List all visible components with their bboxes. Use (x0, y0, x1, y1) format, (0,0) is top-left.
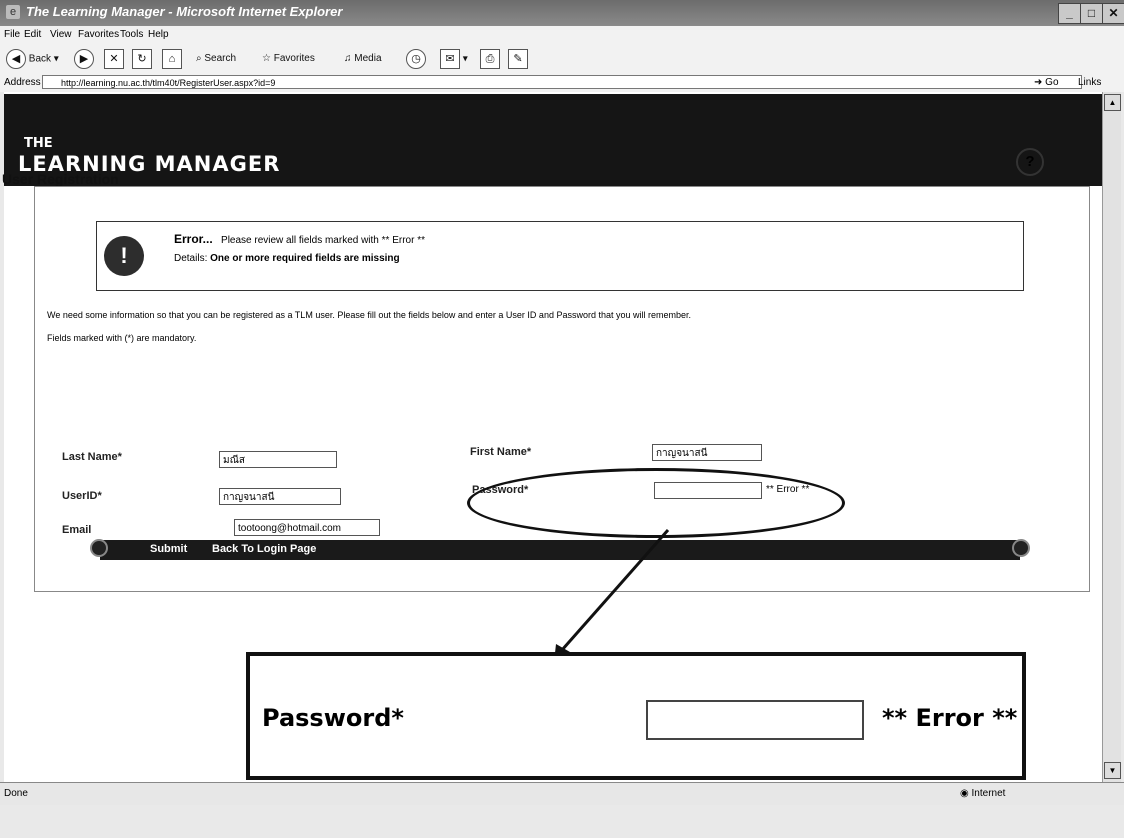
scroll-up-icon[interactable]: ▲ (1104, 94, 1121, 111)
go-button[interactable]: ➜ Go (1034, 77, 1059, 88)
print-button[interactable]: ⎙ (480, 49, 500, 69)
email-input[interactable]: tootoong@hotmail.com (234, 519, 380, 536)
mandatory-note: Fields marked with (*) are mandatory. (47, 333, 197, 343)
error-details: Details: One or more required fields are… (174, 253, 400, 264)
forward-button[interactable]: ▶ (74, 49, 94, 69)
title-bar: e The Learning Manager - Microsoft Inter… (0, 0, 1124, 26)
info-text: We need some information so that you can… (47, 310, 692, 320)
userid-value: กาญจนาสนี (223, 492, 275, 503)
zone-label: Internet (971, 788, 1006, 799)
address-label: Address (4, 77, 41, 88)
zoom-password-input (646, 700, 864, 740)
mail-icon: ✉ (440, 49, 460, 69)
warning-icon: ! (104, 236, 144, 276)
refresh-button[interactable]: ↻ (132, 49, 152, 69)
bar-left-cap (90, 539, 108, 557)
media-button[interactable]: ♫ Media (344, 49, 382, 69)
submit-button[interactable]: Submit (150, 543, 187, 555)
search-label: Search (204, 53, 237, 64)
mail-button[interactable]: ✉ ▾ (440, 49, 468, 69)
history-button[interactable]: ◷ (406, 49, 426, 69)
error-message: Please review all fields marked with ** … (221, 235, 425, 246)
site-banner: THE LEARNING MANAGER (4, 94, 1102, 186)
zoom-password-label: Password* (262, 704, 404, 732)
home-button[interactable]: ⌂ (162, 49, 182, 69)
internet-zone: ◉ Internet (960, 788, 1005, 799)
address-url: http://learning.nu.ac.th/tlm40t/Register… (61, 78, 276, 88)
first-name-label: First Name* (470, 446, 532, 458)
menu-view[interactable]: View (50, 29, 72, 40)
status-text: Done (4, 788, 28, 799)
menu-help[interactable]: Help (148, 29, 169, 40)
userid-input[interactable]: กาญจนาสนี (219, 488, 341, 505)
media-label: Media (354, 53, 382, 64)
menu-favorites[interactable]: Favorites (78, 29, 119, 40)
favorites-label: Favorites (273, 53, 315, 64)
logo-the: THE (24, 136, 53, 151)
last-name-input[interactable]: มณีส (219, 451, 337, 468)
go-arrow-icon: ➜ (1034, 77, 1043, 88)
browser-window: e The Learning Manager - Microsoft Inter… (0, 0, 1124, 838)
menu-bar: File Edit View Favorites Tools Help (0, 26, 1124, 44)
close-button[interactable]: ✕ (1102, 3, 1124, 24)
menu-edit[interactable]: Edit (24, 29, 41, 40)
refresh-icon: ↻ (132, 49, 152, 69)
globe-icon: ◉ (960, 788, 969, 799)
email-label: Email (62, 524, 92, 536)
first-name-value: กาญจนาสนี (656, 448, 708, 459)
help-icon[interactable]: ? (1016, 148, 1044, 176)
details-text: One or more required fields are missing (210, 253, 400, 264)
favorites-button[interactable]: ☆ Favorites (262, 49, 315, 69)
back-label: Back (28, 53, 52, 65)
page-title: User Registration (2, 171, 119, 187)
error-heading: Error... (174, 232, 213, 246)
menu-file[interactable]: File (4, 29, 20, 40)
bar-right-cap (1012, 539, 1030, 557)
userid-label: UserID* (62, 490, 102, 502)
edit-page-button[interactable]: ✎ (508, 49, 528, 69)
last-name-label: Last Name* (62, 451, 122, 463)
maximize-button[interactable]: □ (1080, 3, 1103, 24)
minimize-button[interactable]: _ (1058, 3, 1081, 24)
back-arrow-icon: ◀ (6, 49, 26, 69)
star-icon: ☆ (262, 53, 271, 64)
stop-button[interactable]: ✕ (104, 49, 124, 69)
ie-icon: e (6, 5, 20, 19)
search-button[interactable]: ⌕ Search (196, 49, 236, 69)
go-label: Go (1045, 77, 1059, 88)
links-button[interactable]: Links (1078, 77, 1101, 88)
error-title: Error... Please review all fields marked… (174, 232, 425, 246)
vertical-scrollbar[interactable]: ▲ ▼ (1102, 92, 1121, 782)
back-button[interactable]: ◀ Back ▾ (6, 49, 59, 69)
edit-icon: ✎ (508, 49, 528, 69)
history-icon: ◷ (406, 49, 426, 69)
address-bar: Address http://learning.nu.ac.th/tlm40t/… (0, 74, 1124, 92)
highlight-ellipse (467, 468, 845, 538)
first-name-input[interactable]: กาญจนาสนี (652, 444, 762, 461)
zoom-error-text: ** Error ** (882, 704, 1018, 732)
last-name-value: มณีส (223, 455, 245, 466)
scroll-down-icon[interactable]: ▼ (1104, 762, 1121, 779)
print-icon: ⎙ (480, 49, 500, 69)
status-bar: Done ◉ Internet (0, 782, 1124, 805)
toolbar: ◀ Back ▾ ▶ ✕ ↻ ⌂ ⌕ Search ☆ Favorites ♫ … (0, 44, 1124, 74)
media-icon: ♫ (344, 53, 352, 64)
address-input[interactable]: http://learning.nu.ac.th/tlm40t/Register… (42, 75, 1082, 89)
back-to-login-button[interactable]: Back To Login Page (212, 543, 316, 555)
home-icon: ⌂ (162, 49, 182, 69)
window-title: The Learning Manager - Microsoft Interne… (26, 4, 343, 19)
details-label: Details: (174, 253, 208, 264)
stop-icon: ✕ (104, 49, 124, 69)
email-value: tootoong@hotmail.com (238, 523, 341, 534)
search-icon: ⌕ (196, 53, 202, 64)
forward-arrow-icon: ▶ (74, 49, 94, 69)
menu-tools[interactable]: Tools (120, 29, 143, 40)
